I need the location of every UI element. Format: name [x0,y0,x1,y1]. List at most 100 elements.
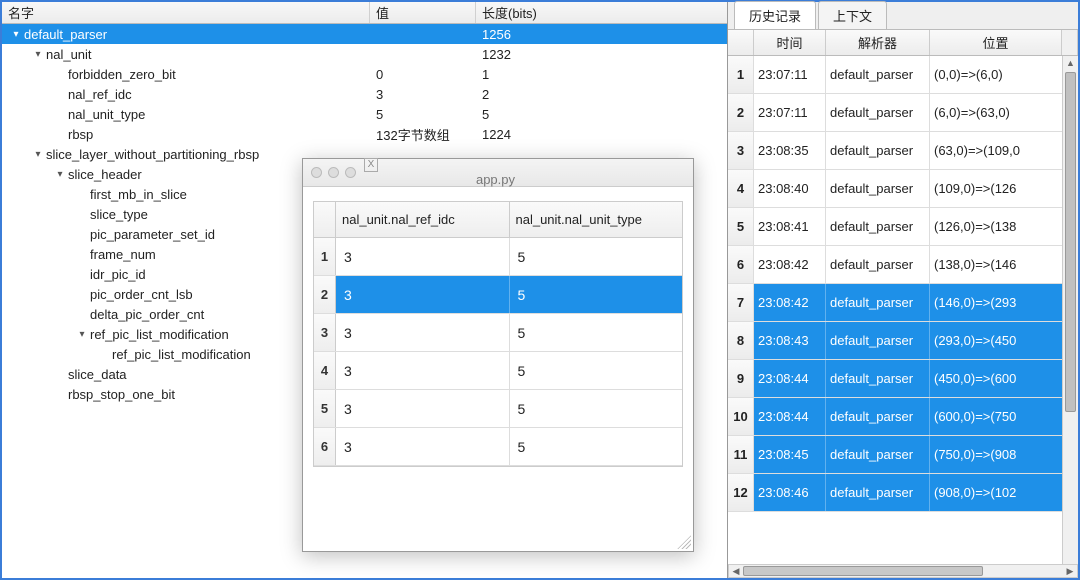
expand-toggle-icon[interactable]: ▾ [54,169,66,180]
history-row-position: (126,0)=>(138 [930,208,1078,245]
popup-row-c2: 5 [510,314,683,351]
tree-row-name: slice_data [68,367,127,382]
close-icon[interactable] [311,167,322,178]
history-row-idx: 2 [728,94,754,131]
tree-header-length[interactable]: 长度(bits) [476,2,727,23]
history-row-time: 23:07:11 [754,56,826,93]
history-row-position: (908,0)=>(102 [930,474,1078,511]
expand-toggle-icon[interactable]: ▾ [32,149,44,160]
tree-row[interactable]: nal_unit_type55 [2,104,727,124]
popup-header-col1[interactable]: nal_unit.nal_ref_idc [336,202,510,237]
history-row-parser: default_parser [826,170,930,207]
popup-row-c2: 5 [510,276,683,313]
history-row-time: 23:08:45 [754,436,826,473]
resize-handle-icon[interactable] [677,535,691,549]
popup-row-c1: 3 [336,238,510,275]
tree-row-name: rbsp [68,127,93,142]
history-row[interactable]: 223:07:11default_parser(6,0)=>(63,0) [728,94,1078,132]
history-row-parser: default_parser [826,94,930,131]
history-row[interactable]: 923:08:44default_parser(450,0)=>(600 [728,360,1078,398]
tree-header-value[interactable]: 值 [370,2,476,23]
popup-row-idx: 4 [314,352,336,389]
history-header-position[interactable]: 位置 [930,30,1062,55]
history-row-position: (138,0)=>(146 [930,246,1078,283]
maximize-icon[interactable] [345,167,356,178]
scroll-left-icon[interactable]: ◀ [729,566,743,577]
tree-row-length: 1 [476,67,727,82]
popup-titlebar[interactable]: X app.py [303,159,693,187]
popup-row-idx: 3 [314,314,336,351]
tab-context[interactable]: 上下文 [818,1,887,29]
popup-header-idx[interactable] [314,202,336,237]
scroll-right-icon[interactable]: ▶ [1063,566,1077,577]
history-row[interactable]: 123:07:11default_parser(0,0)=>(6,0) [728,56,1078,94]
history-row-time: 23:08:46 [754,474,826,511]
tree-row-name: ref_pic_list_modification [112,347,251,362]
history-row-parser: default_parser [826,284,930,321]
history-row[interactable]: 1123:08:45default_parser(750,0)=>(908 [728,436,1078,474]
history-header-idx[interactable] [728,30,754,55]
tree-row[interactable]: rbsp132字节数组1224 [2,124,727,144]
hscroll-thumb[interactable] [743,566,983,576]
popup-body: nal_unit.nal_ref_idc nal_unit.nal_unit_t… [303,187,693,551]
popup-table: nal_unit.nal_ref_idc nal_unit.nal_unit_t… [313,201,683,467]
right-panel: 历史记录 上下文 时间 解析器 位置 123:07:11default_pars… [728,2,1078,578]
popup-row[interactable]: 435 [314,352,682,390]
history-scrollbar-vertical[interactable]: ▲ ▼ [1062,56,1078,578]
popup-row[interactable]: 535 [314,390,682,428]
tree-row[interactable]: forbidden_zero_bit01 [2,64,727,84]
history-row[interactable]: 623:08:42default_parser(138,0)=>(146 [728,246,1078,284]
history-row-idx: 1 [728,56,754,93]
minimize-icon[interactable] [328,167,339,178]
history-row[interactable]: 323:08:35default_parser(63,0)=>(109,0 [728,132,1078,170]
history-header-scrollgap [1062,30,1078,55]
history-row-time: 23:08:40 [754,170,826,207]
popup-row[interactable]: 235 [314,276,682,314]
history-row[interactable]: 1223:08:46default_parser(908,0)=>(102 [728,474,1078,512]
history-row-position: (63,0)=>(109,0 [930,132,1078,169]
tree-row[interactable]: nal_ref_idc32 [2,84,727,104]
popup-row[interactable]: 635 [314,428,682,466]
history-row[interactable]: 723:08:42default_parser(146,0)=>(293 [728,284,1078,322]
expand-toggle-icon[interactable]: ▾ [10,29,22,40]
tabs-bar: 历史记录 上下文 [728,2,1078,30]
tree-header-name[interactable]: 名字 [2,2,370,23]
history-row-idx: 6 [728,246,754,283]
tree-row[interactable]: ▾nal_unit1232 [2,44,727,64]
history-table: 时间 解析器 位置 123:07:11default_parser(0,0)=>… [728,30,1078,578]
history-row-time: 23:08:44 [754,398,826,435]
popup-row-c1: 3 [336,314,510,351]
history-row[interactable]: 1023:08:44default_parser(600,0)=>(750 [728,398,1078,436]
tree-row[interactable]: ▾default_parser1256 [2,24,727,44]
popup-row-idx: 5 [314,390,336,427]
history-row[interactable]: 423:08:40default_parser(109,0)=>(126 [728,170,1078,208]
popup-row[interactable]: 335 [314,314,682,352]
history-header: 时间 解析器 位置 [728,30,1078,56]
tree-row-value: 3 [370,87,476,102]
popup-row-c2: 5 [510,238,683,275]
popup-header-col2[interactable]: nal_unit.nal_unit_type [510,202,683,237]
history-row[interactable]: 523:08:41default_parser(126,0)=>(138 [728,208,1078,246]
scroll-thumb[interactable] [1065,72,1076,412]
history-row-parser: default_parser [826,436,930,473]
history-scrollbar-horizontal[interactable]: ◀ ▶ [728,564,1078,578]
history-row-idx: 4 [728,170,754,207]
history-header-parser[interactable]: 解析器 [826,30,930,55]
history-row-time: 23:08:42 [754,284,826,321]
scroll-up-icon[interactable]: ▲ [1065,56,1076,70]
popup-row[interactable]: 135 [314,238,682,276]
history-row-idx: 11 [728,436,754,473]
expand-toggle-icon[interactable]: ▾ [32,49,44,60]
history-row-position: (600,0)=>(750 [930,398,1078,435]
history-row[interactable]: 823:08:43default_parser(293,0)=>(450 [728,322,1078,360]
expand-toggle-icon[interactable]: ▾ [76,329,88,340]
history-row-parser: default_parser [826,322,930,359]
history-row-parser: default_parser [826,474,930,511]
tree-row-name: nal_unit_type [68,107,145,122]
history-row-time: 23:08:42 [754,246,826,283]
history-row-parser: default_parser [826,208,930,245]
popup-window[interactable]: X app.py nal_unit.nal_ref_idc nal_unit.n… [302,158,694,552]
tree-row-value: 132字节数组 [370,125,476,144]
tab-history[interactable]: 历史记录 [734,1,816,29]
history-header-time[interactable]: 时间 [754,30,826,55]
